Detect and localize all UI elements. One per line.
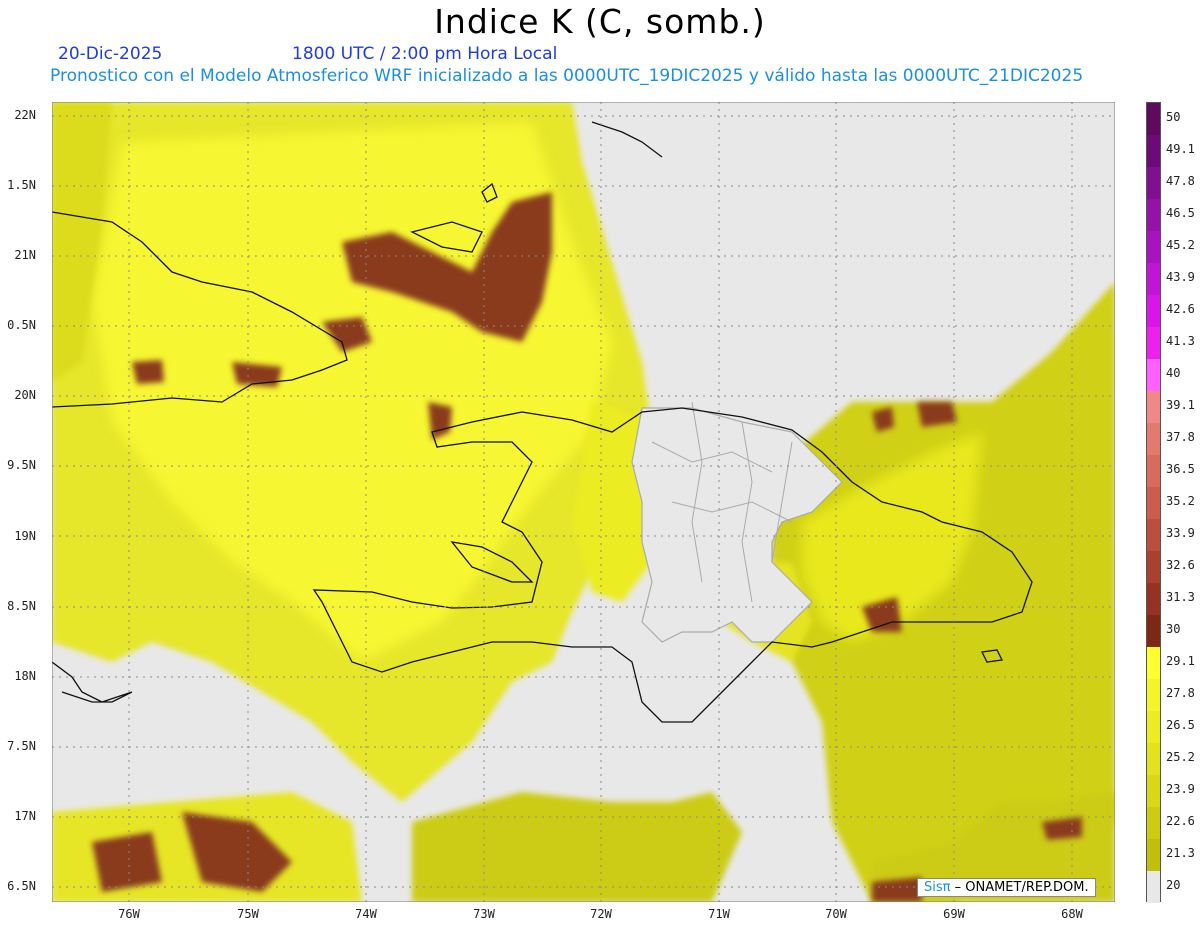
forecast-time: 1800 UTC / 2:00 pm Hora Local — [292, 44, 558, 64]
lat-label: 20N — [14, 388, 36, 402]
lon-label: 70W — [825, 907, 847, 921]
colorbar-label: 23.9 — [1166, 782, 1195, 796]
lat-label: 22N — [14, 108, 36, 122]
colorbar-label: 31.3 — [1166, 590, 1195, 604]
colorbar-swatch — [1147, 391, 1160, 423]
colorbar-swatch — [1147, 615, 1160, 647]
colorbar-label: 26.5 — [1166, 718, 1195, 732]
colorbar-label: 35.2 — [1166, 494, 1195, 508]
colorbar-swatch — [1147, 519, 1160, 551]
colorbar-swatch — [1147, 551, 1160, 583]
credit-box: Sisπ – ONAMET/REP.DOM. — [917, 878, 1096, 897]
colorbar-swatch — [1147, 743, 1160, 775]
lon-label: 74W — [355, 907, 377, 921]
map-plot — [52, 102, 1115, 902]
colorbar-label: 33.9 — [1166, 526, 1195, 540]
colorbar-swatch — [1147, 103, 1160, 135]
colorbar-label: 21.3 — [1166, 846, 1195, 860]
colorbar-label: 25.2 — [1166, 750, 1195, 764]
lon-label: 75W — [237, 907, 259, 921]
colorbar-swatch — [1147, 231, 1160, 263]
lat-label: 1.5N — [7, 178, 36, 192]
colorbar-swatch — [1147, 807, 1160, 839]
forecast-date: 20-Dic-2025 — [58, 44, 163, 64]
credit-text: – ONAMET/REP.DOM. — [950, 880, 1089, 895]
colorbar-label: 32.6 — [1166, 558, 1195, 572]
colorbar-label: 20 — [1166, 878, 1181, 892]
colorbar-swatch — [1147, 263, 1160, 295]
lat-label: 21N — [14, 248, 36, 262]
max-cuba-west — [132, 360, 164, 384]
colorbar-swatch — [1147, 295, 1160, 327]
colorbar-label: 27.8 — [1166, 686, 1195, 700]
colorbar-label: 49.1 — [1166, 142, 1195, 156]
lat-label: 19N — [14, 529, 36, 543]
colorbar-label: 40 — [1166, 366, 1181, 380]
colorbar-label: 37.8 — [1166, 430, 1195, 444]
lat-label: 6.5N — [7, 879, 36, 893]
colorbar-label: 43.9 — [1166, 270, 1195, 284]
colorbar-swatch — [1147, 839, 1160, 871]
colorbar-swatch — [1147, 679, 1160, 711]
colorbar-swatch — [1147, 423, 1160, 455]
colorbar-swatch — [1147, 647, 1160, 679]
lat-label: 17N — [14, 809, 36, 823]
colorbar — [1146, 102, 1161, 903]
colorbar-label: 41.3 — [1166, 334, 1195, 348]
colorbar-swatch — [1147, 487, 1160, 519]
colorbar-label: 36.5 — [1166, 462, 1195, 476]
colorbar-swatch — [1147, 167, 1160, 199]
lon-label: 69W — [943, 907, 965, 921]
lon-label: 73W — [473, 907, 495, 921]
colorbar-label: 45.2 — [1166, 238, 1195, 252]
colorbar-swatch — [1147, 775, 1160, 807]
lon-label: 76W — [118, 907, 140, 921]
colorbar-label: 47.8 — [1166, 174, 1195, 188]
colorbar-label: 29.1 — [1166, 654, 1195, 668]
lon-label: 72W — [590, 907, 612, 921]
colorbar-label: 22.6 — [1166, 814, 1195, 828]
map-title: Indice K (C, somb.) — [434, 2, 766, 41]
lat-label: 9.5N — [7, 458, 36, 472]
lon-label: 71W — [708, 907, 730, 921]
lon-label: 68W — [1061, 907, 1083, 921]
colorbar-swatch — [1147, 359, 1160, 391]
colorbar-label: 50 — [1166, 110, 1181, 124]
colorbar-swatch — [1147, 199, 1160, 231]
colorbar-label: 46.5 — [1166, 206, 1195, 220]
max-southwest-a — [92, 832, 162, 892]
colorbar-swatch — [1147, 135, 1160, 167]
colorbar-swatch — [1147, 455, 1160, 487]
model-info: Pronostico con el Modelo Atmosferico WRF… — [50, 66, 1084, 86]
colorbar-label: 30 — [1166, 622, 1181, 636]
colorbar-swatch — [1147, 871, 1160, 903]
credit-brand: Sisπ — [924, 880, 951, 895]
lat-label: 7.5N — [7, 739, 36, 753]
colorbar-swatch — [1147, 711, 1160, 743]
lat-label: 18N — [14, 669, 36, 683]
colorbar-swatch — [1147, 583, 1160, 615]
colorbar-label: 39.1 — [1166, 398, 1195, 412]
lat-label: 0.5N — [7, 318, 36, 332]
south-olive-patch — [412, 792, 742, 902]
colorbar-swatch — [1147, 327, 1160, 359]
colorbar-label: 42.6 — [1166, 302, 1195, 316]
lat-label: 8.5N — [7, 599, 36, 613]
